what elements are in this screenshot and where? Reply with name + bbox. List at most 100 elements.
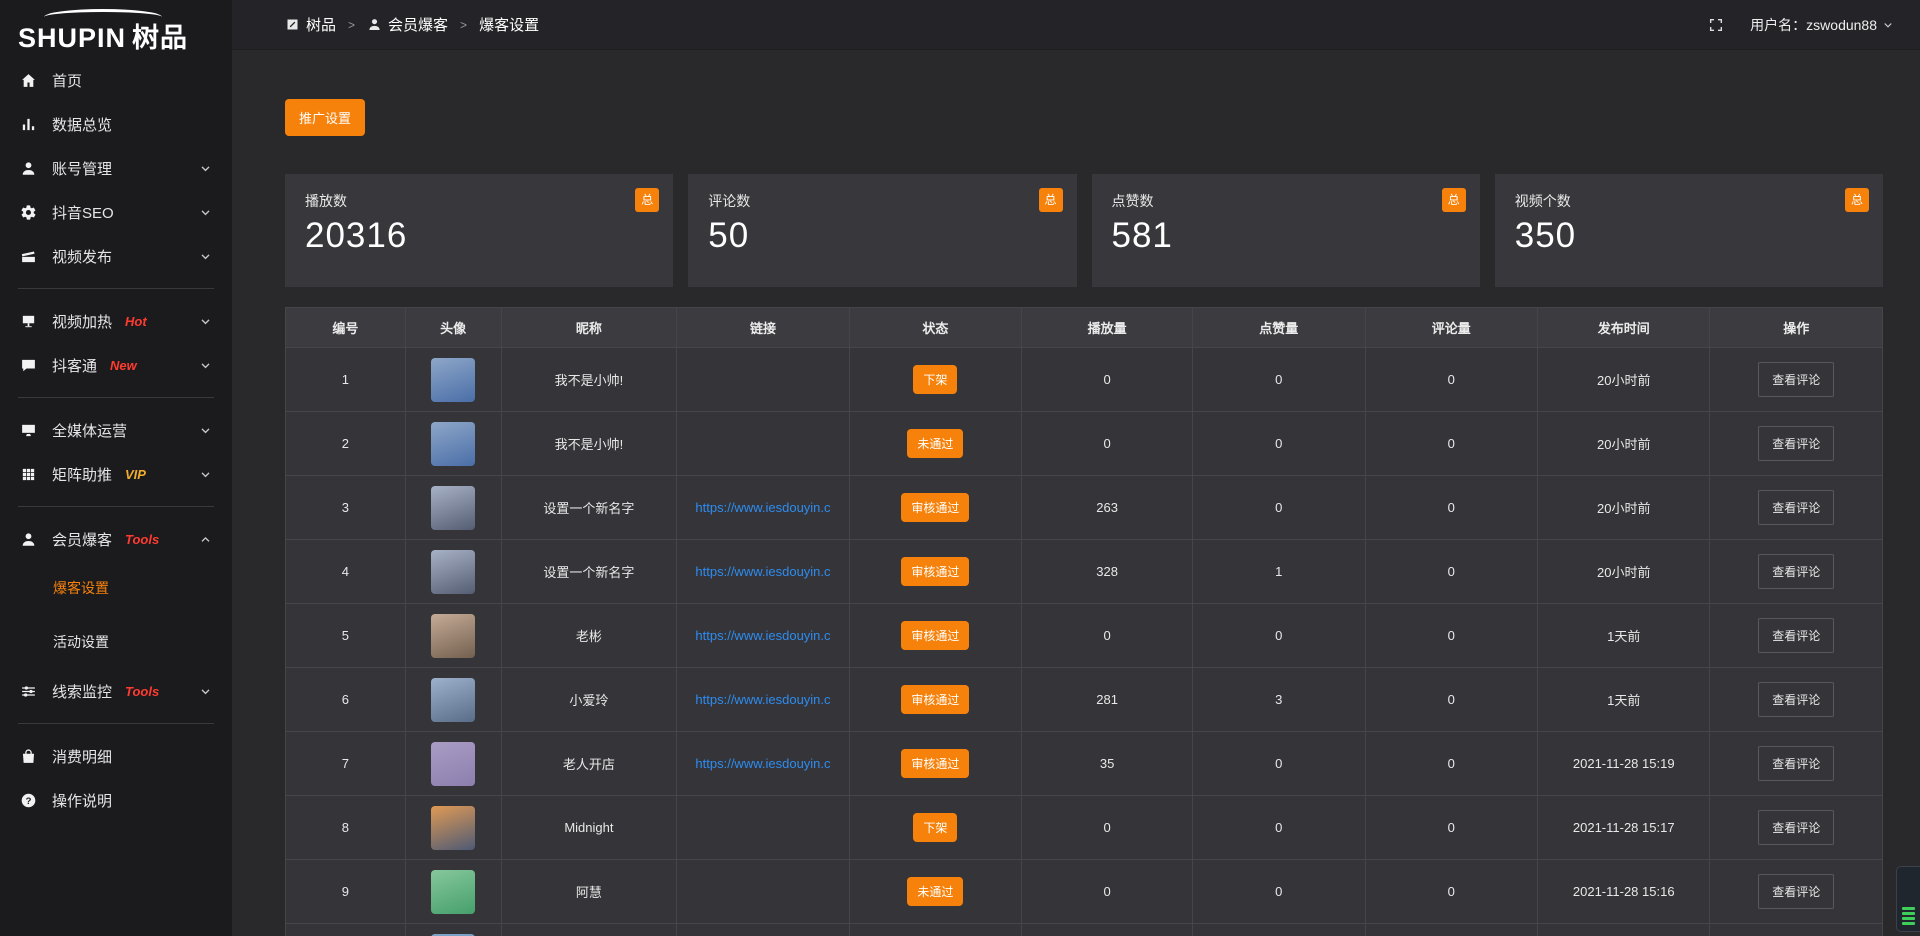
- sidebar-item[interactable]: 线索监控Tools: [0, 669, 232, 713]
- video-icon: [20, 248, 37, 265]
- profile-link[interactable]: https://www.iesdouyin.c: [695, 564, 830, 579]
- user-icon: [20, 160, 37, 177]
- cell-avatar: [405, 796, 501, 860]
- cell-plays: 0: [1022, 796, 1193, 860]
- cell-link: https://www.iesdouyin.c: [677, 732, 849, 796]
- sidebar-item[interactable]: 抖音SEO: [0, 190, 232, 234]
- profile-link[interactable]: https://www.iesdouyin.c: [695, 756, 830, 771]
- breadcrumb-item-section[interactable]: 会员爆客: [388, 14, 448, 35]
- app-window: SHUPIN树品 首页数据总览账号管理抖音SEO视频发布视频加热Hot抖客通Ne…: [0, 0, 1920, 936]
- sliders-icon: [20, 683, 37, 700]
- cell-link: [677, 924, 849, 936]
- home-icon: [20, 72, 37, 89]
- breadcrumb-item-home[interactable]: 树品: [306, 14, 336, 35]
- cell-link: https://www.iesdouyin.c: [677, 604, 849, 668]
- chevron-down-icon: [199, 206, 212, 219]
- cell-nickname: 我不是小帅!: [501, 412, 677, 476]
- stat-label: 播放数: [305, 191, 653, 211]
- cell-time: 20小时前: [1537, 476, 1709, 540]
- cell-status: 下架: [849, 348, 1021, 412]
- brand-en: SHUPIN: [18, 23, 126, 53]
- view-comments-button[interactable]: 查看评论: [1758, 874, 1834, 909]
- profile-link[interactable]: https://www.iesdouyin.c: [695, 500, 830, 515]
- view-comments-button[interactable]: 查看评论: [1758, 810, 1834, 845]
- cell-id: 3: [286, 476, 406, 540]
- table-row: 4设置一个新名字https://www.iesdouyin.c审核通过32810…: [286, 540, 1883, 604]
- view-comments-button[interactable]: 查看评论: [1758, 618, 1834, 653]
- cell-time: 20小时前: [1537, 348, 1709, 412]
- brand-cn: 树品: [132, 23, 188, 53]
- cell-comments: 0: [1365, 412, 1537, 476]
- column-header: 播放量: [1022, 308, 1193, 348]
- chevron-down-icon: [199, 424, 212, 437]
- sidebar-subitem[interactable]: 爆客设置: [0, 561, 232, 615]
- avatar: [431, 870, 475, 914]
- sidebar-item[interactable]: 数据总览: [0, 102, 232, 146]
- profile-link[interactable]: https://www.iesdouyin.c: [695, 628, 830, 643]
- sidebar-item[interactable]: 全媒体运营: [0, 408, 232, 452]
- cell-status: 未通过: [849, 860, 1021, 924]
- view-comments-button[interactable]: 查看评论: [1758, 362, 1834, 397]
- view-comments-button[interactable]: 查看评论: [1758, 746, 1834, 781]
- table-row: 8Midnight下架0002021-11-28 15:17查看评论: [286, 796, 1883, 860]
- column-header: 编号: [286, 308, 406, 348]
- cell-action: 查看评论: [1710, 796, 1883, 860]
- sidebar-item[interactable]: 消费明细: [0, 734, 232, 778]
- sidebar-item[interactable]: 会员爆客Tools: [0, 517, 232, 561]
- breadcrumb-item-current: 爆客设置: [479, 14, 539, 35]
- cell-avatar: [405, 732, 501, 796]
- sidebar-item[interactable]: 矩阵助推VIP: [0, 452, 232, 496]
- table-row: 3设置一个新名字https://www.iesdouyin.c审核通过26300…: [286, 476, 1883, 540]
- sidebar-item-label: 视频发布: [52, 246, 112, 267]
- cell-status: 审核通过: [849, 604, 1021, 668]
- profile-link[interactable]: https://www.iesdouyin.c: [695, 692, 830, 707]
- doc-icon: [285, 17, 300, 32]
- sidebar-item[interactable]: 操作说明: [0, 778, 232, 822]
- view-comments-button[interactable]: 查看评论: [1758, 490, 1834, 525]
- cell-comments: 0: [1365, 540, 1537, 604]
- cell-action: 查看评论: [1710, 732, 1883, 796]
- sidebar-item[interactable]: 视频加热Hot: [0, 299, 232, 343]
- sidebar-item[interactable]: 首页: [0, 58, 232, 102]
- cell-likes: 0: [1193, 476, 1365, 540]
- promo-settings-button[interactable]: 推广设置: [285, 99, 365, 136]
- cell-likes: [1193, 924, 1365, 936]
- cell-plays: 0: [1022, 604, 1193, 668]
- avatar: [431, 806, 475, 850]
- view-comments-button[interactable]: 查看评论: [1758, 554, 1834, 589]
- cell-avatar: [405, 348, 501, 412]
- cell-id: 6: [286, 668, 406, 732]
- cell-status: [849, 924, 1021, 936]
- cell-id: 7: [286, 732, 406, 796]
- cell-id: 8: [286, 796, 406, 860]
- sidebar-item-tag: Hot: [125, 314, 147, 329]
- status-badge: 审核通过: [901, 557, 969, 586]
- view-comments-button[interactable]: 查看评论: [1758, 682, 1834, 717]
- user-menu[interactable]: 用户名： zswodun88: [1750, 15, 1894, 35]
- avatar: [431, 486, 475, 530]
- cell-comments: 0: [1365, 476, 1537, 540]
- sidebar-item[interactable]: 视频发布: [0, 234, 232, 278]
- view-comments-button[interactable]: 查看评论: [1758, 426, 1834, 461]
- sidebar-item[interactable]: 账号管理: [0, 146, 232, 190]
- sidebar-item[interactable]: 抖客通New: [0, 343, 232, 387]
- cell-avatar: [405, 604, 501, 668]
- status-badge: 下架: [913, 813, 957, 842]
- monitor-icon: [20, 422, 37, 439]
- column-header: 头像: [405, 308, 501, 348]
- cell-time: 1天前: [1537, 668, 1709, 732]
- stat-card: 评论数50总: [688, 174, 1076, 287]
- cell-nickname: 老彬: [501, 604, 677, 668]
- cell-avatar: [405, 540, 501, 604]
- floating-widget[interactable]: [1896, 866, 1920, 932]
- cell-time: 20小时前: [1537, 412, 1709, 476]
- widget-bar: [1902, 907, 1915, 910]
- cell-link: [677, 348, 849, 412]
- cell-avatar: [405, 924, 501, 936]
- cell-nickname: 我不是小帅!: [501, 348, 677, 412]
- fullscreen-icon[interactable]: [1708, 17, 1724, 33]
- sidebar-subitem[interactable]: 活动设置: [0, 615, 232, 669]
- chevron-down-icon: [199, 359, 212, 372]
- cell-nickname: 设置一个新名字: [501, 476, 677, 540]
- widget-bar: [1902, 912, 1915, 915]
